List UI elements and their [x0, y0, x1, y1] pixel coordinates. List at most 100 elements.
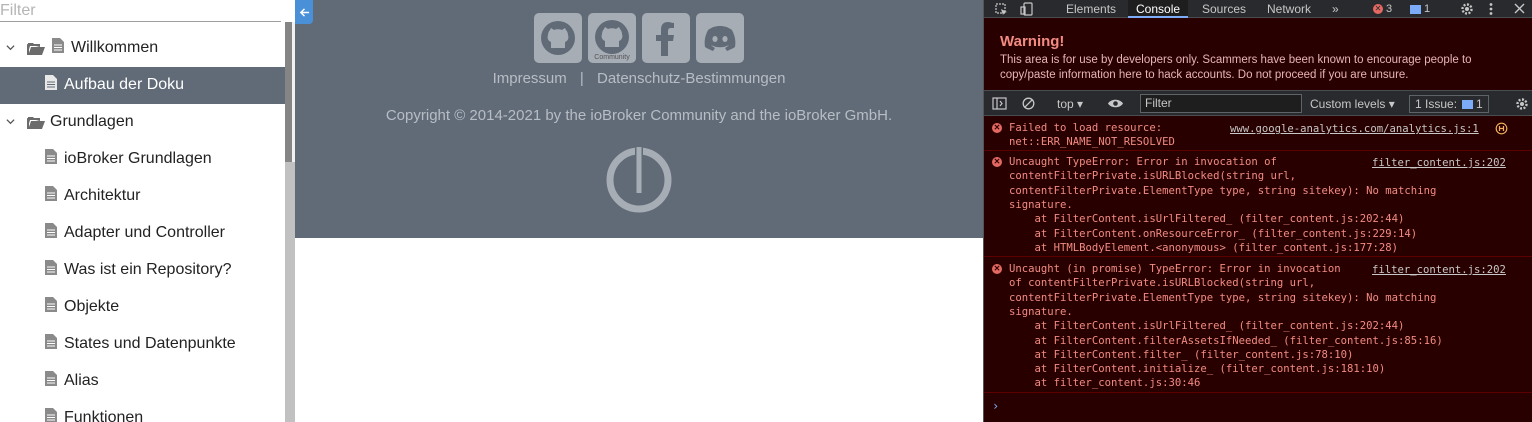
sidebar-scrollbar-thumb[interactable]	[285, 22, 292, 162]
tree-item-label: Funktionen	[64, 409, 144, 422]
stack-frame: at FilterContent.isUrlFiltered_ (filter_…	[1009, 320, 1405, 333]
tree-item-funktionen[interactable]: Funktionen	[0, 400, 285, 422]
message-line: contentFilterPrivate.ElementType type, s…	[1009, 184, 1437, 197]
document-icon	[45, 408, 57, 422]
document-icon	[45, 371, 57, 386]
sidebar-scrollbar-lower	[285, 162, 295, 422]
stack-frame: at FilterContent.filterAssetsIfNeeded_ (…	[1009, 334, 1443, 347]
message-line: signature.	[1009, 305, 1073, 318]
error-icon: ✕	[1373, 4, 1383, 14]
chevron-down-icon[interactable]	[6, 117, 15, 126]
footer-links: Impressum | Datenschutz-Bestimmungen	[295, 70, 983, 87]
error-icon: ✕	[992, 157, 1002, 167]
scam-warning: Warning! This area is for use by develop…	[984, 19, 1532, 89]
console-toolbar: top ▾ Filter Custom levels ▾ 1 Issue: 1	[984, 90, 1532, 116]
gear-icon[interactable]	[1460, 2, 1474, 16]
tree-item-repository[interactable]: Was ist ein Repository?	[0, 252, 285, 289]
github-community-icon	[595, 20, 629, 54]
tree-item-objekte[interactable]: Objekte	[0, 289, 285, 326]
tree-item-alias[interactable]: Alias	[0, 363, 285, 400]
message-line: contentFilterPrivate.isURLBlocked(string…	[1009, 170, 1297, 183]
context-selector[interactable]: top ▾	[1057, 97, 1083, 111]
message-line: of contentFilterPrivate.isURLBlocked(str…	[1009, 277, 1316, 290]
tab-console[interactable]: Console	[1128, 0, 1189, 18]
device-toolbar-icon[interactable]	[1020, 2, 1034, 16]
stack-frame: at FilterContent.isUrlFiltered_ (filter_…	[1009, 213, 1405, 226]
document-icon	[45, 75, 57, 90]
community-label: Community	[594, 54, 630, 61]
tree-item-label: States und Datenpunkte	[64, 335, 236, 352]
stack-frame: at HTMLBodyElement.<anonymous> (filter_c…	[1009, 241, 1399, 254]
facebook-icon	[656, 22, 674, 56]
sidebar-filter-input[interactable]	[0, 0, 281, 22]
close-icon[interactable]	[1514, 3, 1525, 14]
discord-icon	[704, 26, 736, 51]
tree-item-label: Was ist ein Repository?	[64, 261, 232, 278]
docs-sidebar: Willkommen Aufbau der Doku Grundlagen io…	[0, 0, 295, 422]
document-icon	[45, 149, 57, 164]
tree-item-adapter-und-controller[interactable]: Adapter und Controller	[0, 215, 285, 252]
tree-item-label: Adapter und Controller	[64, 224, 225, 241]
document-icon	[45, 334, 57, 349]
devtools-panel: Elements Console Sources Network » ✕ 3 1…	[983, 0, 1532, 422]
folder-open-icon	[27, 117, 45, 129]
error-count-badge[interactable]: ✕ 3	[1373, 2, 1392, 16]
message-icon	[1410, 4, 1421, 14]
info-count: 1	[1424, 3, 1431, 15]
document-icon	[45, 186, 57, 201]
warning-text: This area is for use by developers only.…	[1000, 54, 1472, 81]
tree-item-architektur[interactable]: Architektur	[0, 178, 285, 215]
stack-frame: at FilterContent.filter_ (filter_content…	[1009, 348, 1354, 361]
tree-item-states-und-datenpunkte[interactable]: States und Datenpunkte	[0, 326, 285, 363]
issues-count: 1	[1476, 97, 1483, 111]
message-source-link[interactable]: filter_content.js:202	[1372, 157, 1506, 169]
main-content: Community Impressum | Datenschutz-Bestim…	[295, 0, 983, 422]
message-source-link[interactable]: filter_content.js:202	[1372, 264, 1506, 276]
console-messages: ✕ Failed to load resource: net::ERR_NAME…	[984, 117, 1532, 422]
page-footer: Community Impressum | Datenschutz-Bestim…	[295, 0, 983, 238]
tree-item-label: Grundlagen	[50, 113, 134, 130]
github-community-link[interactable]: Community	[588, 13, 636, 63]
screen: Willkommen Aufbau der Doku Grundlagen io…	[0, 0, 1532, 422]
github-link[interactable]	[534, 13, 582, 63]
sidebar-toggle-icon[interactable]	[992, 97, 1007, 110]
datenschutz-link[interactable]: Datenschutz-Bestimmungen	[597, 70, 785, 87]
console-settings-gear-icon[interactable]	[1515, 97, 1529, 111]
tree-item-aufbau-der-doku[interactable]: Aufbau der Doku	[0, 67, 285, 104]
message-source-link[interactable]: www.google-analytics.com/analytics.js:1	[1230, 123, 1479, 135]
tree-item-label: Aufbau der Doku	[64, 76, 185, 93]
impressum-link[interactable]: Impressum	[493, 70, 567, 87]
console-prompt[interactable]: ›	[992, 399, 999, 413]
tab-sources[interactable]: Sources	[1202, 0, 1246, 18]
tab-elements[interactable]: Elements	[1066, 0, 1116, 18]
error-icon: ✕	[992, 264, 1002, 274]
clear-console-icon[interactable]	[1022, 97, 1035, 110]
inspect-element-icon[interactable]	[995, 3, 1008, 16]
console-filter-input[interactable]: Filter	[1140, 94, 1302, 113]
tree-item-willkommen[interactable]: Willkommen	[0, 30, 285, 67]
discord-link[interactable]	[696, 13, 744, 63]
info-count-badge[interactable]: 1	[1410, 2, 1430, 16]
tree-item-label: Architektur	[64, 187, 141, 204]
stack-frame: at FilterContent.onResourceError_ (filte…	[1009, 227, 1418, 240]
tab-network[interactable]: Network	[1267, 0, 1311, 18]
facebook-link[interactable]	[642, 13, 690, 63]
issues-button[interactable]: 1 Issue: 1	[1409, 95, 1489, 113]
chevron-down-icon[interactable]	[6, 43, 15, 52]
kebab-menu-icon[interactable]	[1488, 2, 1494, 16]
tree-item-iobroker-grundlagen[interactable]: ioBroker Grundlagen	[0, 141, 285, 178]
document-icon	[45, 297, 57, 312]
blocked-network-icon[interactable]	[1495, 122, 1508, 135]
tree-item-label: Willkommen	[71, 39, 159, 56]
error-count: 3	[1386, 3, 1393, 15]
more-tabs-button[interactable]: »	[1332, 0, 1339, 18]
eye-icon[interactable]	[1107, 98, 1124, 109]
folder-open-icon	[27, 43, 45, 55]
message-line: Failed to load resource:	[1009, 122, 1163, 134]
tree-item-grundlagen[interactable]: Grundlagen	[0, 104, 285, 141]
devtools-tabbar: Elements Console Sources Network » ✕ 3 1	[984, 0, 1532, 18]
issue-icon	[1462, 99, 1474, 109]
collapse-sidebar-button[interactable]	[295, 0, 313, 24]
log-levels-dropdown[interactable]: Custom levels ▾	[1310, 97, 1395, 111]
console-error-message: ✕ Uncaught TypeError: Error in invocatio…	[984, 152, 1532, 257]
